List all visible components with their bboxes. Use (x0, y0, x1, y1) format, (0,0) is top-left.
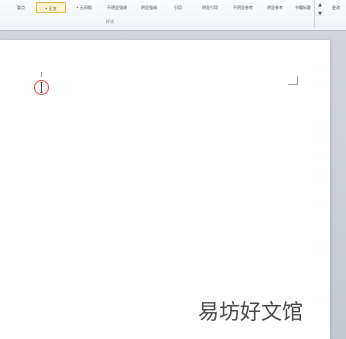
style-item-intense-reference[interactable]: 明显参考 (261, 2, 289, 13)
style-item-book-title[interactable]: 书籍标题 (291, 2, 315, 13)
style-item-no-spacing[interactable]: • 无间隔 (69, 2, 99, 13)
change-styles-button[interactable]: 更改 (332, 2, 340, 13)
ribbon-styles-group: 要点 • 正文 • 无间隔 不明显强调 明显强调 引用 明显引用 不明显参考 明… (0, 0, 346, 31)
style-item-subtle-reference[interactable]: 不明显参考 (227, 2, 259, 13)
style-item-subtle-emphasis[interactable]: 不明显强调 (101, 2, 133, 13)
style-item-quote[interactable]: 引用 (167, 2, 189, 13)
style-item-intense-quote[interactable]: 明显引用 (196, 2, 224, 13)
more-styles-icon[interactable]: ▼ (315, 10, 325, 19)
style-item-intense-emphasis[interactable]: 明显强调 (135, 2, 163, 13)
document-page[interactable] (0, 40, 330, 339)
scroll-up-icon[interactable]: ▲ (315, 1, 325, 10)
margin-tick (41, 72, 42, 77)
style-item-normal[interactable]: • 正文 (36, 2, 66, 13)
style-item-emphasis[interactable]: 要点 (10, 2, 32, 13)
styles-gallery: 要点 • 正文 • 无间隔 不明显强调 明显强调 引用 明显引用 不明显参考 明… (0, 0, 346, 15)
i-beam-cursor-icon (40, 82, 43, 93)
watermark-text: 易坊好文馆 (198, 300, 303, 324)
word-app-window: 要点 • 正文 • 无间隔 不明显强调 明显强调 引用 明显引用 不明显参考 明… (0, 0, 346, 339)
styles-group-label: 样式 (106, 19, 114, 24)
styles-gallery-scroll: ▲ ▼ (314, 1, 325, 28)
corner-mark-icon (288, 76, 298, 85)
